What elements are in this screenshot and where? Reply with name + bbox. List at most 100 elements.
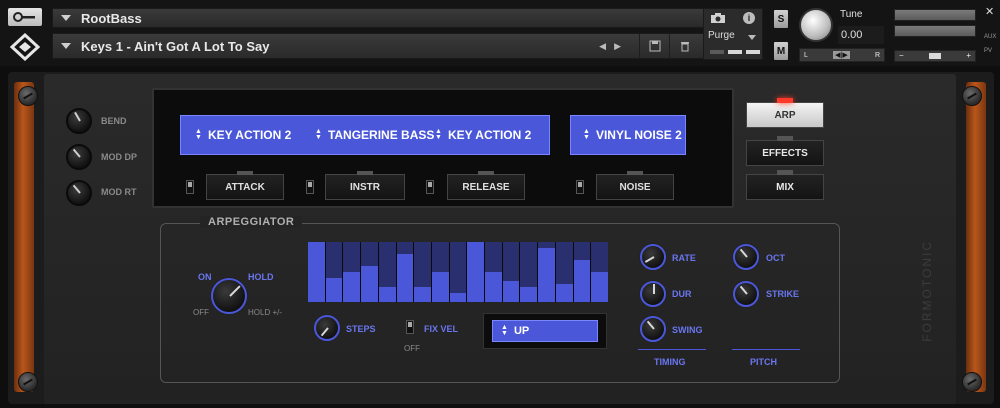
arp-led bbox=[777, 98, 793, 103]
arp-button[interactable]: ARP bbox=[746, 98, 824, 128]
bend-label: BEND bbox=[101, 116, 127, 126]
step-bar[interactable] bbox=[485, 242, 502, 302]
rate-knob[interactable] bbox=[640, 244, 666, 270]
tab-instr[interactable]: INSTR bbox=[325, 171, 405, 200]
dropdown-triangle-icon[interactable] bbox=[61, 43, 71, 49]
step-sequencer[interactable] bbox=[308, 242, 608, 302]
step-bar[interactable] bbox=[591, 242, 608, 302]
memory-bar bbox=[710, 50, 724, 54]
right-wood-panel bbox=[966, 82, 986, 392]
instr-slot-selector[interactable]: ▲ ▼ TANGERINE BASS bbox=[315, 128, 435, 142]
snapshot-name-row[interactable]: Keys 1 - Ain't Got A Lot To Say ◀▶ bbox=[52, 33, 762, 59]
arp-mode-selector[interactable]: ▲ ▼ UP bbox=[492, 320, 598, 342]
step-bar[interactable] bbox=[325, 242, 343, 302]
volume-plus-label: + bbox=[966, 51, 971, 60]
step-fill bbox=[538, 248, 555, 302]
fix-vel-toggle[interactable] bbox=[406, 320, 414, 334]
step-fill bbox=[520, 287, 538, 302]
oct-label: OCT bbox=[766, 253, 785, 263]
arpeggiator-title: ARPEGGIATOR bbox=[200, 216, 303, 228]
instrument-logo-icon bbox=[9, 33, 41, 61]
step-bar[interactable] bbox=[520, 242, 538, 302]
wrench-button[interactable] bbox=[8, 8, 42, 26]
pv-button[interactable]: PV bbox=[984, 48, 992, 54]
steps-knob[interactable] bbox=[314, 315, 340, 341]
snapshot-name[interactable]: Keys 1 - Ain't Got A Lot To Say bbox=[81, 39, 599, 54]
bend-knob[interactable] bbox=[66, 108, 92, 134]
arp-mode-knob[interactable] bbox=[211, 278, 247, 314]
arp-mode-value: UP bbox=[513, 325, 530, 337]
purge-dropdown-triangle-icon[interactable] bbox=[748, 35, 756, 40]
step-bar[interactable] bbox=[555, 242, 573, 302]
step-bar[interactable] bbox=[414, 242, 431, 302]
close-icon[interactable]: ✕ bbox=[985, 5, 994, 18]
release-toggle[interactable] bbox=[426, 180, 434, 194]
arp-hold-label: HOLD bbox=[248, 272, 274, 282]
instrument-name[interactable]: RootBass bbox=[81, 11, 721, 26]
camera-icon[interactable] bbox=[710, 12, 726, 24]
noise-slot-selector[interactable]: ▲ ▼ VINYL NOISE 2 bbox=[570, 115, 686, 155]
attack-toggle[interactable] bbox=[186, 180, 194, 194]
tab-attack[interactable]: ATTACK bbox=[206, 171, 284, 200]
step-bar[interactable] bbox=[308, 242, 325, 302]
step-fill bbox=[591, 272, 608, 302]
instrument-name-row[interactable]: RootBass ◀▶ bbox=[52, 8, 762, 28]
mix-button[interactable]: MIX bbox=[746, 170, 824, 200]
solo-button[interactable]: S bbox=[774, 10, 788, 28]
step-bar[interactable] bbox=[378, 242, 396, 302]
layer-slots: ▲ ▼ KEY ACTION 2 ▲ ▼ TANGERINE BASS ▲ ▼ KEY AC… bbox=[180, 115, 550, 155]
step-fill bbox=[573, 260, 591, 302]
delete-icon[interactable] bbox=[669, 34, 699, 58]
screw-icon bbox=[962, 86, 982, 106]
snapshot-prev-next-arrows[interactable]: ◀▶ bbox=[599, 41, 629, 52]
tune-knob[interactable] bbox=[799, 8, 833, 42]
save-icon[interactable] bbox=[639, 34, 669, 58]
dur-knob[interactable] bbox=[640, 281, 666, 307]
step-bar[interactable] bbox=[343, 242, 361, 302]
attack-slot-selector[interactable]: ▲ ▼ KEY ACTION 2 bbox=[195, 128, 315, 142]
fix-vel-state: OFF bbox=[404, 344, 420, 353]
rate-label: RATE bbox=[672, 253, 696, 263]
pitch-label: PITCH bbox=[750, 357, 777, 367]
swing-knob[interactable] bbox=[640, 316, 666, 342]
dur-label: DUR bbox=[672, 289, 692, 299]
left-wood-panel bbox=[14, 82, 34, 392]
step-bar[interactable] bbox=[396, 242, 414, 302]
output-meter-right bbox=[894, 25, 976, 37]
volume-thumb[interactable] bbox=[929, 53, 941, 59]
steps-label: STEPS bbox=[346, 324, 376, 334]
info-icon[interactable]: i bbox=[743, 12, 755, 24]
mod-rate-knob[interactable] bbox=[66, 180, 92, 206]
screw-icon bbox=[18, 372, 38, 392]
pan-center-handle[interactable]: ◀|▶ bbox=[833, 51, 850, 59]
strike-knob[interactable] bbox=[733, 281, 759, 307]
aux-button[interactable]: AUX bbox=[984, 34, 996, 40]
mute-button[interactable]: M bbox=[774, 42, 788, 60]
instr-toggle[interactable] bbox=[306, 180, 314, 194]
attack-slot-value: KEY ACTION 2 bbox=[207, 128, 292, 142]
step-bar[interactable] bbox=[538, 242, 555, 302]
tab-noise[interactable]: NOISE bbox=[596, 171, 674, 200]
pan-right-label: R bbox=[874, 51, 880, 59]
step-bar[interactable] bbox=[449, 242, 467, 302]
release-slot-selector[interactable]: ▲ ▼ KEY ACTION 2 bbox=[435, 128, 545, 142]
mod-depth-knob[interactable] bbox=[66, 144, 92, 170]
oct-knob[interactable] bbox=[733, 244, 759, 270]
screw-icon bbox=[962, 372, 982, 392]
step-bar[interactable] bbox=[502, 242, 520, 302]
step-bar[interactable] bbox=[573, 242, 591, 302]
strike-label: STRIKE bbox=[766, 289, 800, 299]
step-fill bbox=[396, 254, 414, 302]
step-bar[interactable] bbox=[361, 242, 378, 302]
tune-value[interactable]: 0.00 bbox=[838, 26, 884, 44]
volume-slider[interactable]: − + bbox=[894, 50, 976, 62]
pan-slider[interactable]: L ◀|▶ R bbox=[799, 48, 885, 62]
purge-dropdown[interactable]: Purge bbox=[708, 30, 735, 41]
step-bar[interactable] bbox=[467, 242, 485, 302]
step-bar[interactable] bbox=[431, 242, 449, 302]
dropdown-triangle-icon[interactable] bbox=[61, 15, 71, 21]
effects-button-label: EFFECTS bbox=[762, 147, 808, 159]
noise-toggle[interactable] bbox=[576, 180, 584, 194]
tab-release[interactable]: RELEASE bbox=[447, 171, 525, 200]
effects-button[interactable]: EFFECTS bbox=[746, 136, 824, 166]
